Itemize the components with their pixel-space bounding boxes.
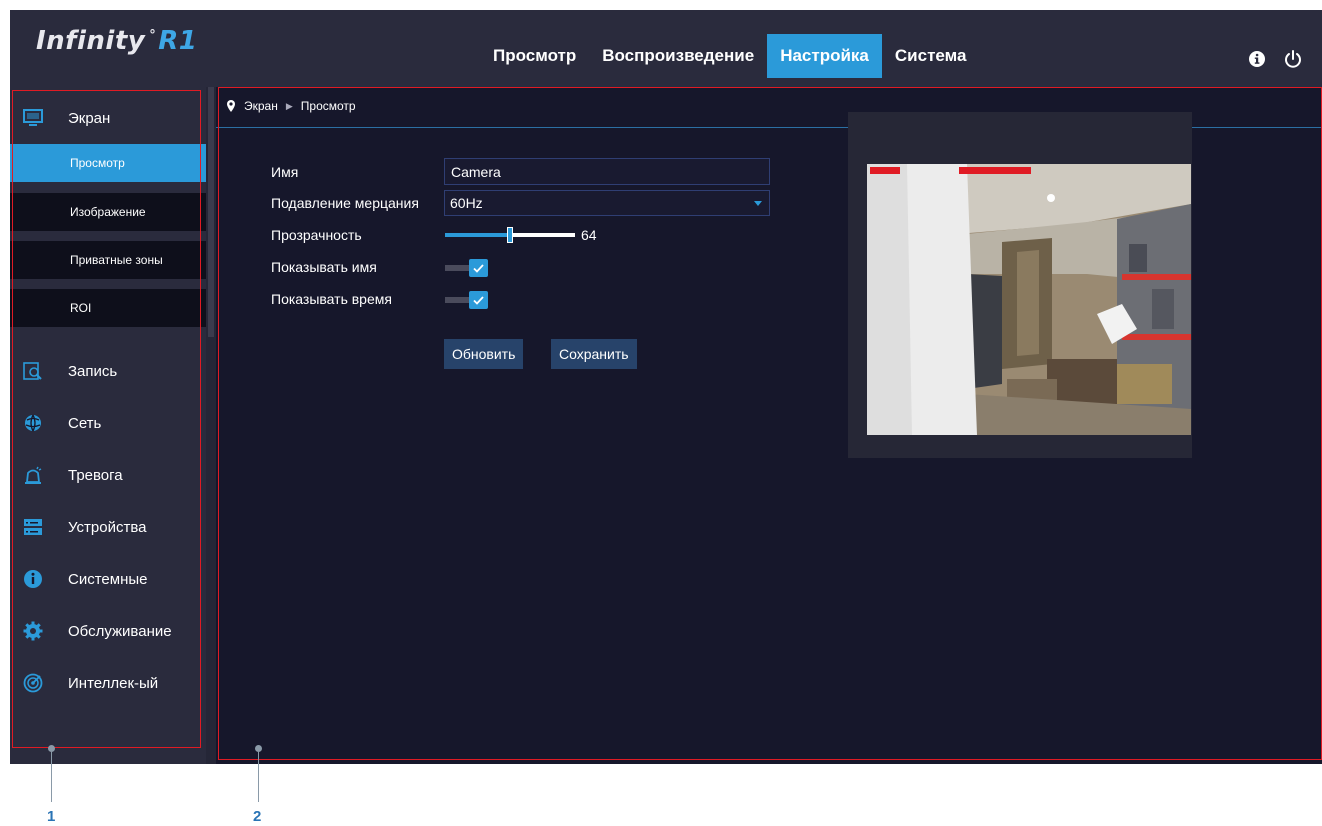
callout-dot-1 <box>48 745 55 752</box>
callout-number-1: 1 <box>47 808 56 825</box>
menu-playback[interactable]: Воспроизведение <box>589 34 767 78</box>
scrollbar-thumb[interactable] <box>208 87 214 337</box>
logo-model: R1 <box>158 26 198 56</box>
logo-dot: ° <box>149 28 157 43</box>
annotation-frame-sidebar <box>12 90 201 748</box>
menu-system[interactable]: Система <box>882 34 980 78</box>
callout-line-1 <box>51 752 52 802</box>
top-bar: Infinity ° R1 Просмотр Воспроизведение Н… <box>10 10 1322 87</box>
annotation-frame-content <box>218 87 1322 760</box>
content-panel: Экран ▶ Просмотр Имя Подавление мерцания… <box>216 87 1322 764</box>
logo-brand: Infinity <box>36 26 146 56</box>
sidebar-scrollbar[interactable] <box>206 87 216 764</box>
callout-number-2: 2 <box>253 808 262 825</box>
top-icons <box>1246 48 1304 70</box>
menu-view[interactable]: Просмотр <box>480 34 589 78</box>
info-icon[interactable] <box>1246 48 1268 70</box>
main-menu: Просмотр Воспроизведение Настройка Систе… <box>480 34 979 78</box>
menu-settings[interactable]: Настройка <box>767 34 882 78</box>
app-window: Infinity ° R1 Просмотр Воспроизведение Н… <box>10 10 1322 764</box>
logo: Infinity ° R1 <box>36 26 197 66</box>
power-icon[interactable] <box>1282 48 1304 70</box>
callout-line-2 <box>258 752 259 802</box>
callout-dot-2 <box>255 745 262 752</box>
